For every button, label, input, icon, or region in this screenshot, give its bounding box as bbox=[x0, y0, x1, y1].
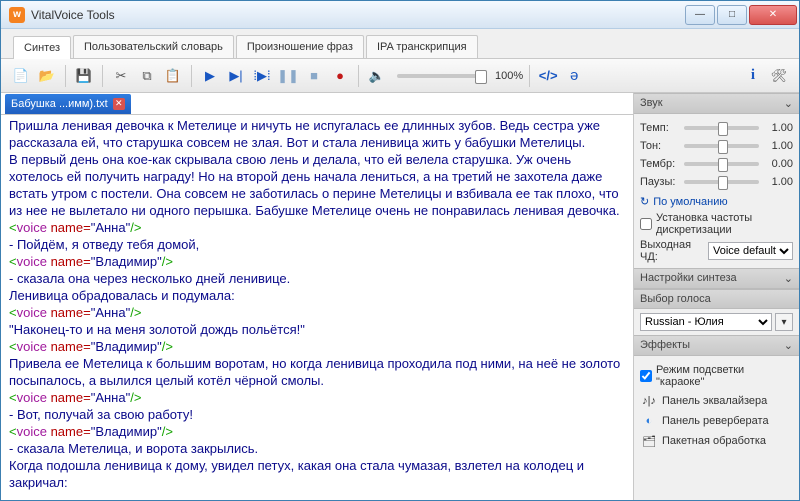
close-file-icon[interactable]: ✕ bbox=[113, 98, 125, 110]
tab-user-dictionary[interactable]: Пользовательский словарь bbox=[73, 35, 234, 58]
titlebar: w VitalVoice Tools — □ ✕ bbox=[1, 1, 799, 29]
voice-panel: Russian - Юлия ▾ bbox=[634, 309, 799, 335]
sample-rate-checkbox[interactable]: Установка частоты дискретизации bbox=[640, 212, 793, 236]
voice-select[interactable]: Russian - Юлия bbox=[640, 313, 772, 331]
tone-slider[interactable] bbox=[684, 144, 759, 148]
timbre-slider[interactable] bbox=[684, 162, 759, 166]
batch-icon: 🗂 bbox=[642, 434, 656, 448]
sound-panel: Темп: 1.00 Тон: 1.00 Тембр: 0.00 Паузы: 1.00… bbox=[634, 114, 799, 268]
batch-link[interactable]: 🗂Пакетная обработка bbox=[640, 431, 793, 451]
output-rate-label: Выходная ЧД: bbox=[640, 239, 704, 263]
settings-button[interactable]: 🛠 bbox=[767, 64, 791, 88]
tab-ipa-transcription[interactable]: IPA транскрипция bbox=[366, 35, 478, 58]
paste-button[interactable]: 📋 bbox=[161, 64, 185, 88]
window-title: VitalVoice Tools bbox=[31, 8, 683, 22]
main-tabs: Синтез Пользовательский словарь Произнош… bbox=[1, 29, 799, 59]
reverb-link[interactable]: ◐Панель реверберата bbox=[640, 411, 793, 431]
pause-value: 1.00 bbox=[763, 176, 793, 188]
phoneme-button[interactable]: ə bbox=[562, 64, 586, 88]
tone-value: 1.00 bbox=[763, 140, 793, 152]
tempo-slider[interactable] bbox=[684, 126, 759, 130]
stop-button[interactable]: ■ bbox=[302, 64, 326, 88]
refresh-icon: ↻ bbox=[640, 195, 649, 208]
pause-slider[interactable] bbox=[684, 180, 759, 184]
editor-column: Бабушка ...имм).txt ✕ Пришла ленивая дев… bbox=[1, 93, 634, 500]
info-button[interactable]: i bbox=[741, 64, 765, 88]
tab-phrase-pronunciation[interactable]: Произношение фраз bbox=[236, 35, 364, 58]
editor-text: В первый день она кое-как скрывала свою … bbox=[9, 152, 620, 218]
timbre-value: 0.00 bbox=[763, 158, 793, 170]
save-button[interactable]: 💾 bbox=[72, 64, 96, 88]
karaoke-checkbox[interactable]: Режим подсветки "караоке" bbox=[640, 364, 793, 388]
toolbar-separator bbox=[529, 65, 530, 87]
play-selection-button[interactable]: ⁞▶⁞ bbox=[250, 64, 274, 88]
voice-panel-header[interactable]: Выбор голоса bbox=[634, 289, 799, 309]
copy-button[interactable]: ⧉ bbox=[135, 64, 159, 88]
minimize-button[interactable]: — bbox=[685, 5, 715, 25]
pause-button[interactable]: ❚❚ bbox=[276, 64, 300, 88]
tempo-value: 1.00 bbox=[763, 122, 793, 134]
maximize-button[interactable]: □ bbox=[717, 5, 747, 25]
zoom-value: 100% bbox=[495, 70, 523, 82]
editor[interactable]: Пришла ленивая девочка к Метелице и ничу… bbox=[1, 115, 633, 500]
voice-menu-button[interactable]: ▾ bbox=[775, 313, 793, 331]
cut-button[interactable]: ✂ bbox=[109, 64, 133, 88]
sound-panel-header[interactable]: Звук⌄ bbox=[634, 93, 799, 114]
toolbar: 📄 📂 💾 ✂ ⧉ 📋 ▶ ▶| ⁞▶⁞ ❚❚ ■ ● 🔈 100% </> ə… bbox=[1, 59, 799, 93]
close-button[interactable]: ✕ bbox=[749, 5, 797, 25]
equalizer-link[interactable]: ♪|♪Панель эквалайзера bbox=[640, 391, 793, 411]
toolbar-separator bbox=[358, 65, 359, 87]
toolbar-separator bbox=[191, 65, 192, 87]
timbre-label: Тембр: bbox=[640, 158, 680, 170]
volume-button[interactable]: 🔈 bbox=[365, 64, 389, 88]
app-window: w VitalVoice Tools — □ ✕ Синтез Пользова… bbox=[0, 0, 800, 501]
tab-synthesis[interactable]: Синтез bbox=[13, 36, 71, 59]
file-tab[interactable]: Бабушка ...имм).txt ✕ bbox=[5, 94, 131, 114]
tone-label: Тон: bbox=[640, 140, 680, 152]
body: Бабушка ...имм).txt ✕ Пришла ленивая дев… bbox=[1, 93, 799, 500]
open-file-button[interactable]: 📂 bbox=[35, 64, 59, 88]
effects-panel-header[interactable]: Эффекты⌄ bbox=[634, 335, 799, 356]
effects-panel: Режим подсветки "караоке" ♪|♪Панель эква… bbox=[634, 356, 799, 456]
toolbar-separator bbox=[102, 65, 103, 87]
app-icon: w bbox=[9, 7, 25, 23]
output-rate-select[interactable]: Voice default bbox=[708, 242, 793, 260]
defaults-link[interactable]: ↻По умолчанию bbox=[640, 195, 793, 208]
pause-label: Паузы: bbox=[640, 176, 680, 188]
reverb-icon: ◐ bbox=[642, 414, 656, 428]
insert-tag-button[interactable]: </> bbox=[536, 64, 560, 88]
sidebar: Звук⌄ Темп: 1.00 Тон: 1.00 Тембр: 0.00 Пауз… bbox=[634, 93, 799, 500]
equalizer-icon: ♪|♪ bbox=[642, 394, 656, 408]
file-tab-bar: Бабушка ...имм).txt ✕ bbox=[1, 93, 633, 115]
synth-panel-header[interactable]: Настройки синтеза⌄ bbox=[634, 268, 799, 289]
editor-text: Пришла ленивая девочка к Метелице и ничу… bbox=[9, 118, 600, 150]
zoom-slider[interactable] bbox=[397, 74, 487, 78]
record-button[interactable]: ● bbox=[328, 64, 352, 88]
play-from-cursor-button[interactable]: ▶| bbox=[224, 64, 248, 88]
tempo-label: Темп: bbox=[640, 122, 680, 134]
play-button[interactable]: ▶ bbox=[198, 64, 222, 88]
new-file-button[interactable]: 📄 bbox=[9, 64, 33, 88]
file-tab-label: Бабушка ...имм).txt bbox=[11, 98, 108, 110]
window-controls: — □ ✕ bbox=[683, 5, 797, 25]
toolbar-separator bbox=[65, 65, 66, 87]
